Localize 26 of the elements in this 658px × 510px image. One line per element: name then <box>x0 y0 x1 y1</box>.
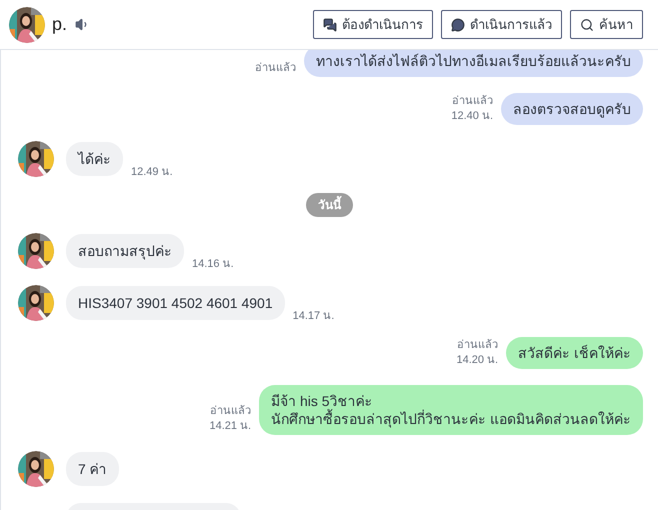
message-time: 14.16 น. <box>192 256 234 272</box>
chat-bubbles-icon <box>323 18 337 32</box>
filter-button[interactable]: ดำเนินการแล้ว <box>441 10 562 39</box>
message-bubble: สวัสดีค่ะ เช็คให้ค่ะ <box>506 337 643 369</box>
search-button[interactable]: ค้นหา <box>570 10 643 39</box>
message-bubble: ลองตรวจสอบดูครับ <box>501 93 643 125</box>
message-time: 14.17 น. <box>292 308 334 324</box>
message-time: 12.40 น. <box>451 109 493 124</box>
chat-bubble-icon <box>451 18 465 32</box>
read-receipt: อ่านแล้ว <box>255 61 296 76</box>
message-time: 14.21 น. <box>209 419 252 434</box>
message-bubble: มีจ้า his 5วิชาค่ะ นักศึกษาซื้อรอบล่าสุดไปกี่วิชานะค่ะ แอดมินคิดส่วนลดให้ค่ะ <box>259 385 643 435</box>
read-receipt: อ่านแล้ว <box>210 404 252 419</box>
search-icon <box>580 18 594 32</box>
message-time: 12.49 น. <box>131 164 173 180</box>
message-bubble: ทางเราได้ส่งไฟล์ติวไปทางอีเมลเรียบร้อยแล้วนะครับ <box>304 50 643 77</box>
date-label: วันนี้ <box>306 193 353 217</box>
message-bubble: ได้ค่ะ <box>66 142 123 176</box>
message-bubble: สอบถามสรุปค่ะ <box>66 234 184 268</box>
read-receipt: อ่านแล้ว <box>452 94 493 109</box>
message-bubble: HIS3407 3901 4502 4601 4901 <box>66 286 285 320</box>
message-bubble: 7 ค่า <box>66 452 119 486</box>
filter-button[interactable]: ต้องดำเนินการ <box>313 10 433 39</box>
read-receipt: อ่านแล้ว <box>457 338 498 353</box>
contact-name: p. <box>52 13 68 36</box>
message-time: 14.20 น. <box>456 353 498 368</box>
